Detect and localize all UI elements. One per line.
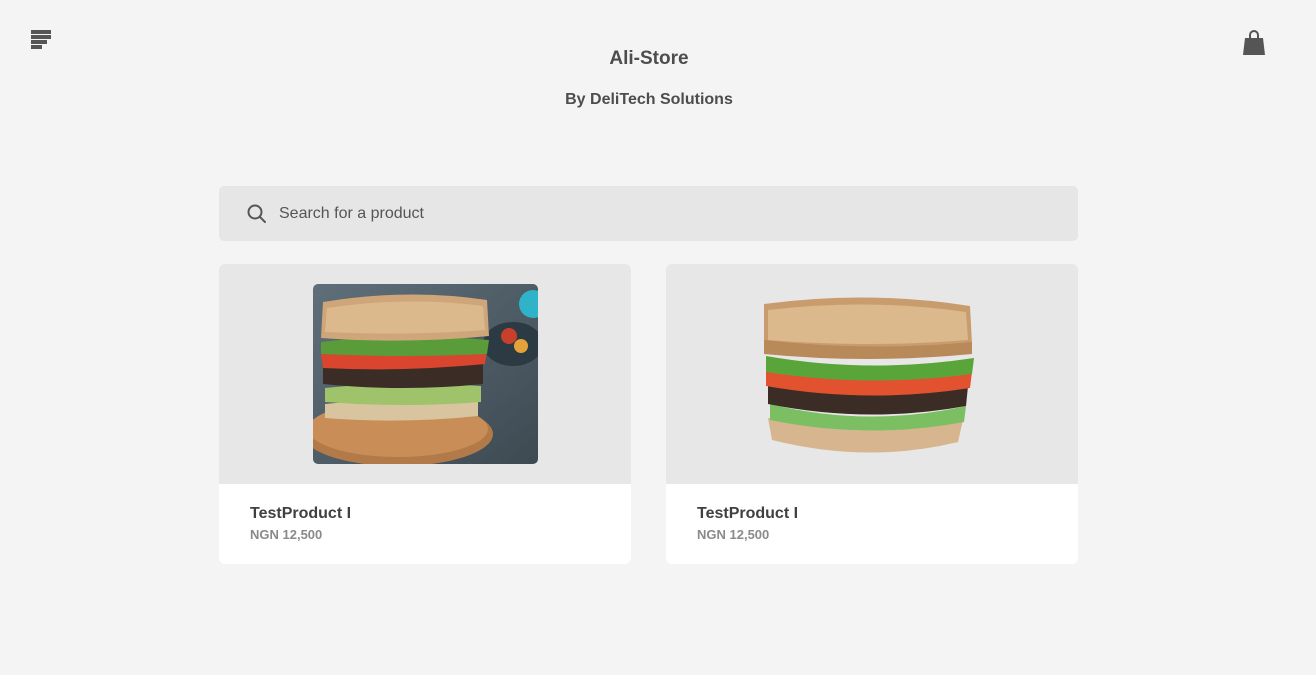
product-card[interactable]: TestProduct I NGN 12,500 bbox=[219, 264, 631, 564]
product-card[interactable]: TestProduct I NGN 12,500 bbox=[666, 264, 1078, 564]
store-page: Ali-Store By DeliTech Solutions Search f… bbox=[0, 0, 1316, 675]
store-title: Ali-Store bbox=[609, 48, 689, 69]
product-price: NGN 12,500 bbox=[697, 527, 770, 542]
product-name: TestProduct I bbox=[250, 505, 352, 522]
product-image-area bbox=[666, 264, 1078, 484]
product-image-area bbox=[219, 264, 631, 484]
product-name: TestProduct I bbox=[697, 505, 799, 522]
search-bar[interactable] bbox=[219, 186, 1078, 241]
store-subtitle: By DeliTech Solutions bbox=[565, 91, 733, 108]
sandwich-cutout-image bbox=[758, 292, 984, 468]
search-icon bbox=[247, 204, 267, 224]
search-input[interactable] bbox=[279, 186, 1059, 241]
sandwich-photo-image bbox=[313, 284, 538, 464]
product-price: NGN 12,500 bbox=[250, 527, 323, 542]
